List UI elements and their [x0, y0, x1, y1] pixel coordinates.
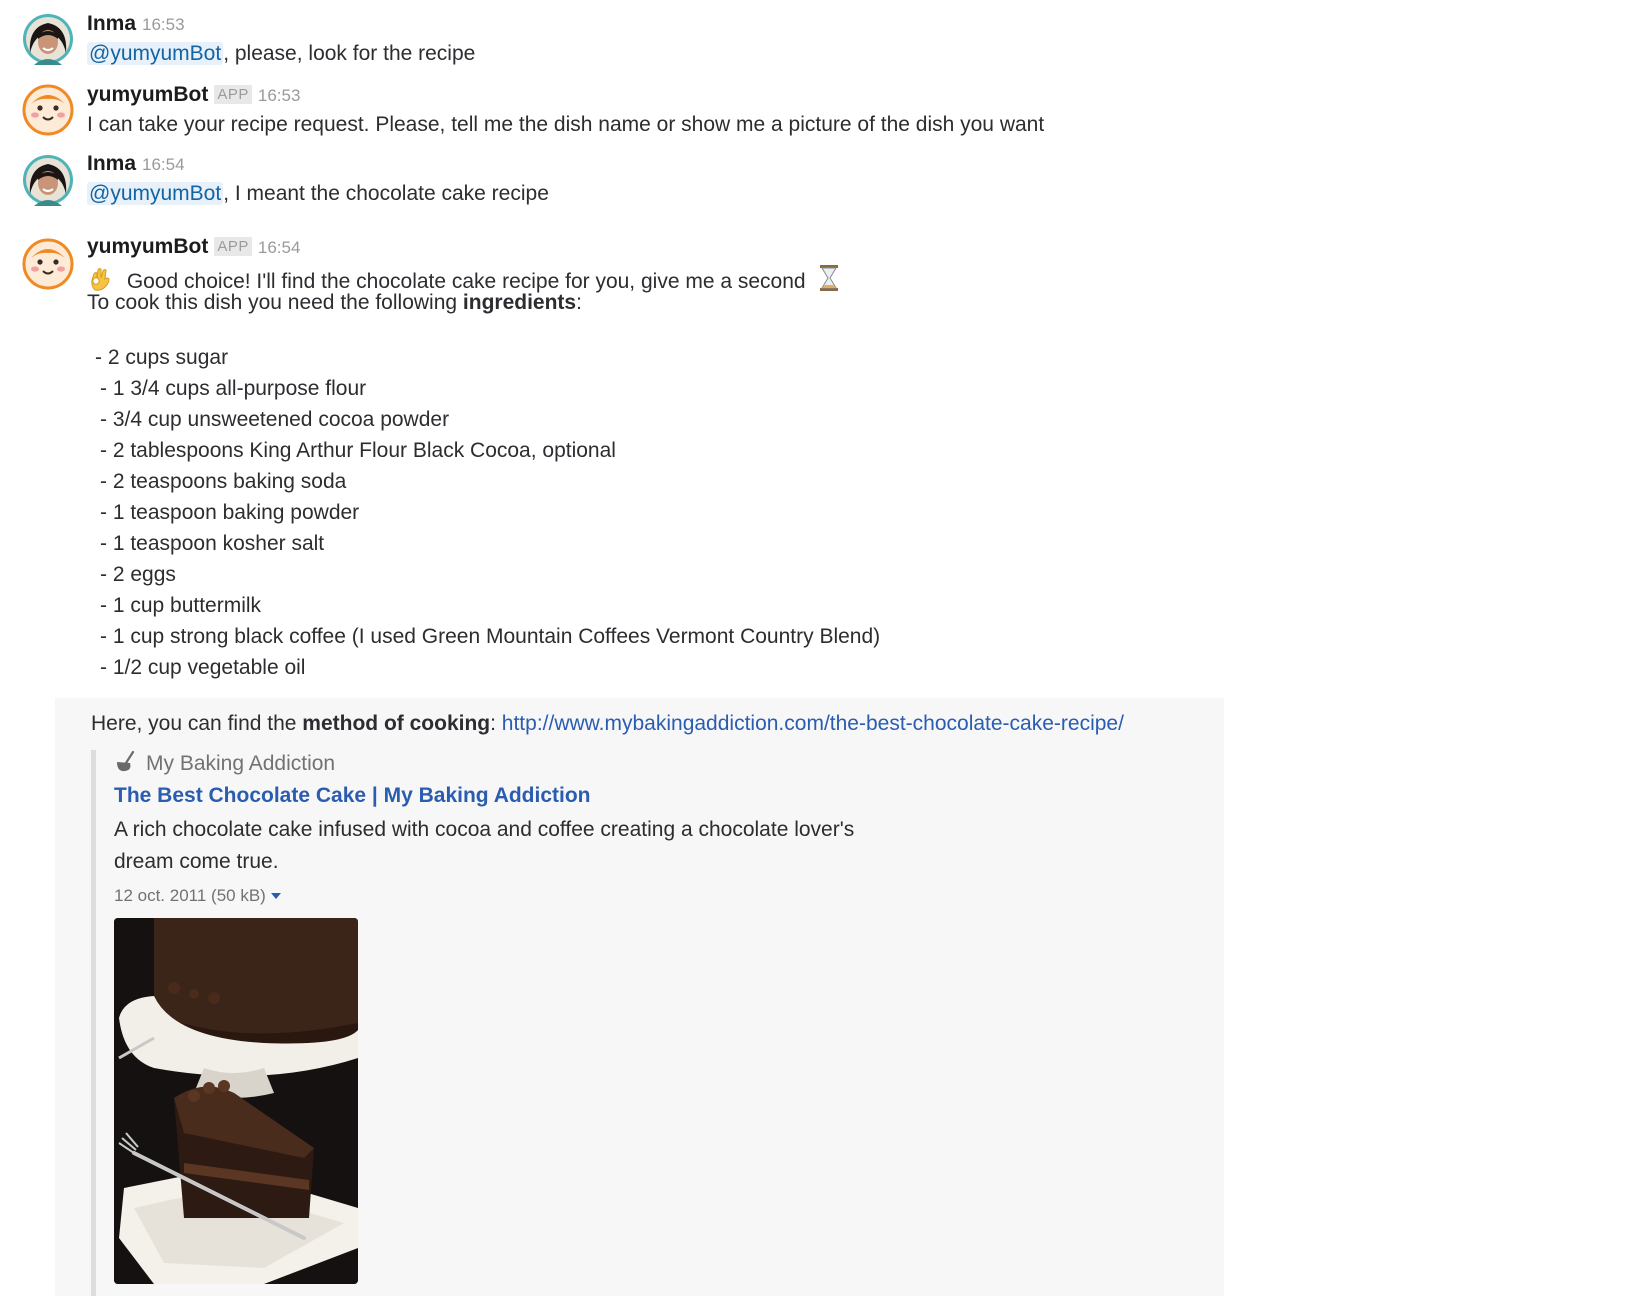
message-text-content: Good choice! I'll find the chocolate cak… — [126, 270, 806, 293]
method-post-text: : — [490, 712, 502, 735]
ok-hand-icon — [91, 268, 110, 291]
timestamp[interactable]: 16:54 — [142, 155, 185, 174]
hourglass-icon — [820, 265, 839, 291]
app-badge: APP — [214, 237, 252, 256]
app-badge: APP — [214, 85, 252, 104]
method-bold-text: method of cooking — [302, 712, 491, 735]
ladle-icon — [117, 750, 135, 772]
intro-text: To cook this dish you need the following — [87, 291, 463, 314]
mention-link[interactable]: @yumyumBot — [87, 42, 224, 65]
list-item: - 1 teaspoon kosher salt — [100, 532, 325, 555]
timestamp[interactable]: 16:53 — [258, 86, 301, 105]
list-item: - 2 eggs — [100, 563, 176, 586]
timestamp[interactable]: 16:54 — [258, 238, 301, 257]
attachment-meta[interactable]: 12 oct. 2011 (50 kB) — [114, 886, 894, 906]
chocolate-cake-image[interactable] — [114, 918, 358, 1284]
sender-name[interactable]: Inma — [87, 152, 136, 175]
list-item: - 1 cup strong black coffee (I used Gree… — [100, 625, 881, 648]
message-text: Good choice! I'll find the chocolate cak… — [87, 264, 841, 294]
message-text: @yumyumBot, please, look for the recipe — [87, 42, 475, 66]
mention-link[interactable]: @yumyumBot — [87, 182, 224, 205]
method-pre-text: Here, you can find the — [91, 712, 303, 735]
method-of-cooking-message: Here, you can find the method of cooking… — [55, 698, 1224, 1296]
message-text: I can take your recipe request. Please, … — [87, 113, 1045, 136]
list-item: - 2 tablespoons King Arthur Flour Black … — [100, 439, 616, 462]
attachment-bar — [91, 750, 96, 1296]
recipe-url-link[interactable]: http://www.mybakingaddiction.com/the-bes… — [502, 712, 1124, 735]
attachment-meta-text[interactable]: 12 oct. 2011 (50 kB) — [114, 886, 266, 905]
list-item: - 1/2 cup vegetable oil — [100, 656, 306, 679]
ingredients-list: - 2 cups sugar - 1 3/4 cups all-purpose … — [95, 342, 881, 683]
list-item: - 1 3/4 cups all-purpose flour — [100, 377, 367, 400]
link-preview: My Baking Addiction The Best Chocolate C… — [114, 750, 894, 1284]
yumyumbot-avatar[interactable] — [22, 238, 74, 290]
ingredients-intro: To cook this dish you need the following… — [87, 291, 582, 315]
attachment-title-link[interactable]: The Best Chocolate Cake | My Baking Addi… — [114, 784, 894, 808]
inma-avatar[interactable] — [22, 154, 74, 206]
list-item: - 3/4 cup unsweetened cocoa powder — [100, 408, 450, 431]
chat-messages: Inma 16:53 @yumyumBot, please, look for t… — [0, 0, 1638, 1296]
message-text: @yumyumBot, I meant the chocolate cake r… — [87, 182, 549, 206]
attachment-description: A rich chocolate cake infused with cocoa… — [114, 818, 855, 873]
sender-name[interactable]: Inma — [87, 12, 136, 35]
sender-name[interactable]: yumyumBot — [87, 235, 208, 258]
intro-bold-text: ingredients — [462, 291, 577, 314]
timestamp[interactable]: 16:53 — [142, 15, 185, 34]
message-text-content: , I meant the chocolate cake recipe — [223, 182, 549, 205]
yumyumbot-avatar[interactable] — [22, 84, 74, 136]
message-text-content: , please, look for the recipe — [223, 42, 476, 65]
attachment-site-name: My Baking Addiction — [146, 752, 336, 775]
list-item: - 2 cups sugar — [95, 346, 229, 369]
chevron-down-icon[interactable] — [270, 893, 281, 899]
inma-avatar[interactable] — [22, 13, 74, 65]
list-item: - 1 teaspoon baking powder — [100, 501, 360, 524]
method-text: Here, you can find the method of cooking… — [91, 712, 1124, 736]
sender-name[interactable]: yumyumBot — [87, 83, 208, 106]
attachment-site: My Baking Addiction — [114, 750, 894, 780]
list-item: - 1 cup buttermilk — [100, 594, 262, 617]
intro-colon: : — [576, 291, 582, 314]
attachment-image[interactable] — [114, 918, 358, 1284]
list-item: - 2 teaspoons baking soda — [100, 470, 347, 493]
